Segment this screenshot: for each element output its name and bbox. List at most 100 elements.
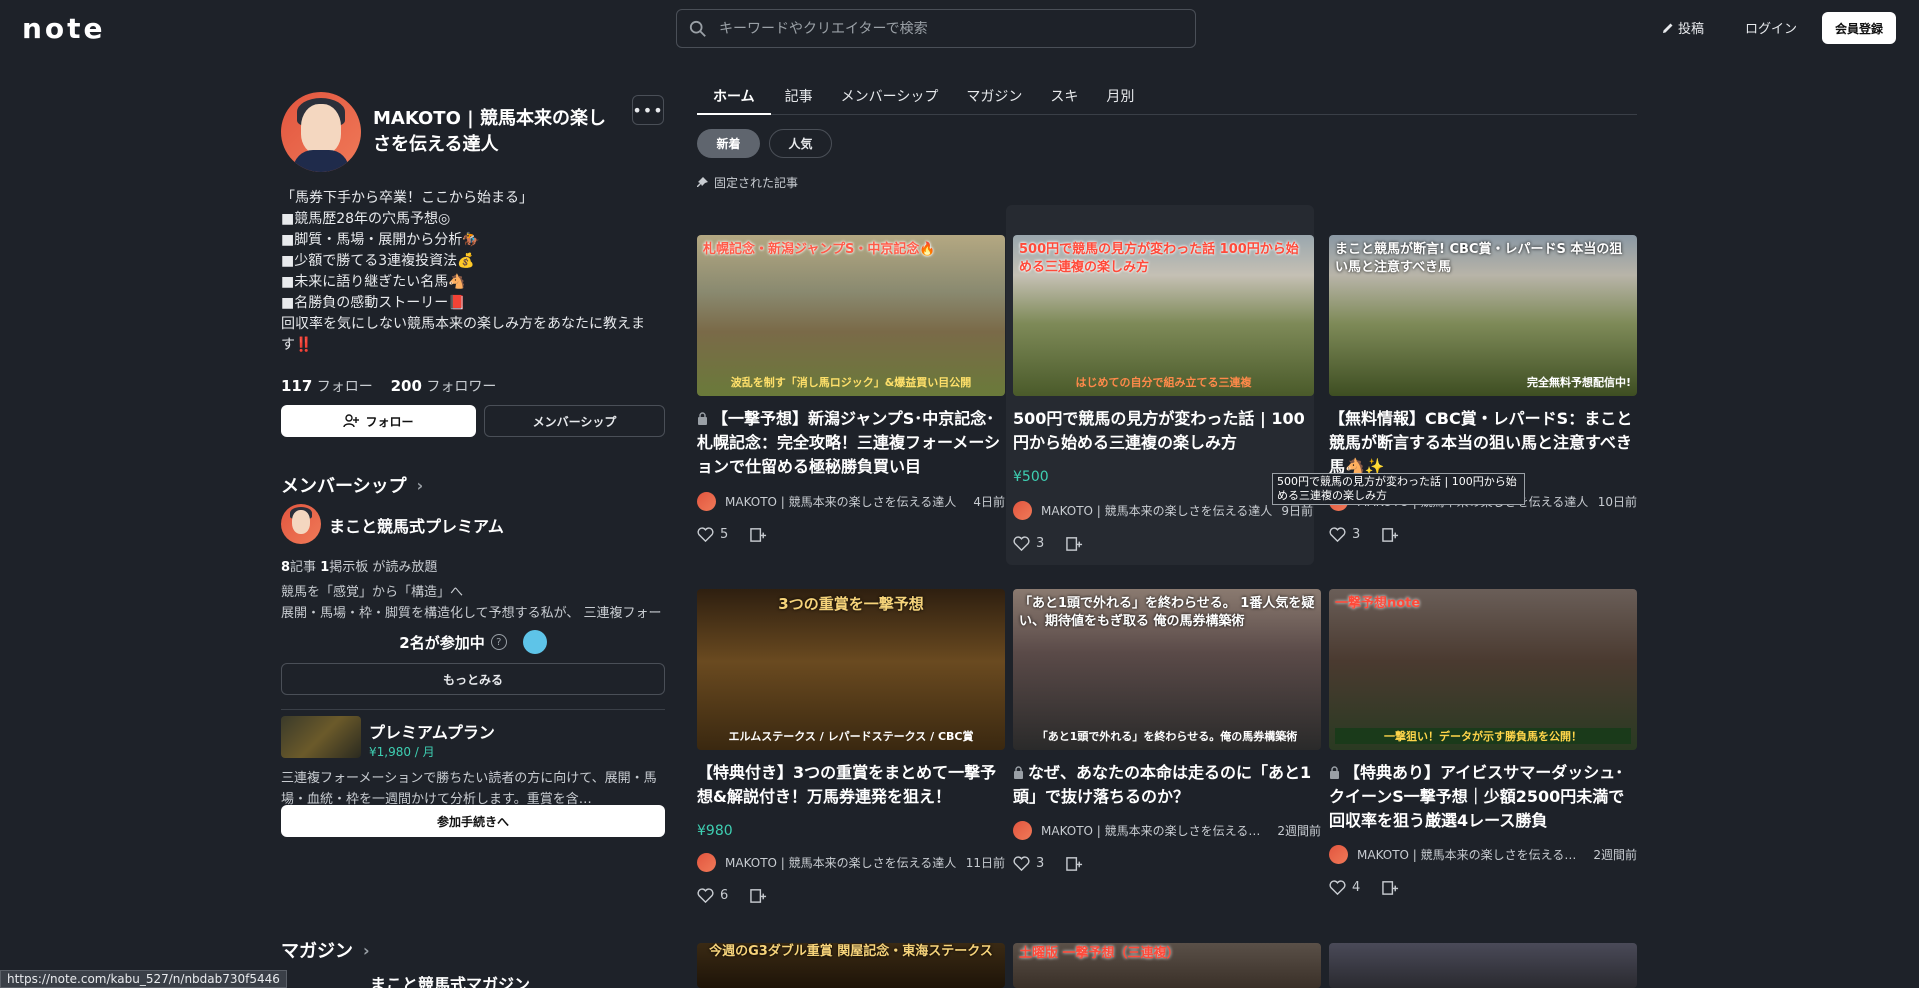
tab-membership[interactable]: メンバーシップ [827,82,953,115]
article-card[interactable]: 3つの重賞を一撃予想 エルムステークス / レパードステークス / CBC賞 【… [697,589,1005,919]
join-button[interactable]: 参加手続きへ [281,805,665,837]
like-count: 6 [720,888,729,903]
article-thumbnail[interactable]: 札幌記念・新潟ジャンプS・中京記念🔥 波乱を制す「消し馬ロジック」&爆益買い目公… [697,235,1005,396]
article-thumbnail[interactable]: 今週のG3ダブル重賞 関屋記念・東海ステークス [697,943,1005,988]
follow-button[interactable]: フォロー [281,405,476,437]
signup-button[interactable]: 会員登録 [1822,12,1896,44]
article-actions: 3 [1013,535,1083,552]
author-avatar[interactable] [1329,845,1348,864]
search-box[interactable] [676,9,1196,48]
article-card[interactable]: 500円で競馬の見方が変わった話 100円から始める三連複の楽しみ方 はじめての… [1006,205,1314,565]
article-price: ¥980 [697,823,733,839]
article-card[interactable]: 一撃予想note 一撃狙い！データが示す勝負馬を公開！ 【特典あり】アイビスサマ… [1329,589,1637,909]
article-title[interactable]: 500円で競馬の見方が変わった話 | 100円から始める三連複の楽しみ方 [1013,407,1313,455]
post-time: 10日前 [1597,495,1637,509]
article-actions: 3 [1329,526,1399,543]
add-to-magazine-icon[interactable] [1066,535,1083,552]
magazine-name[interactable]: まこと競馬式マガジン [370,971,530,988]
author-avatar[interactable] [697,853,716,872]
bio-line: 回収率を気にしない競馬本来の楽しみ方をあなたに教えます‼️ [281,316,645,353]
followers-link[interactable]: 200 フォロワー [391,377,497,395]
search-icon [689,20,706,37]
article-title[interactable]: 【一撃予想】新潟ジャンプS･中京記念･札幌記念：完全攻略！三連複フォーメーション… [697,407,1005,479]
heart-icon[interactable] [697,887,714,904]
tab-articles[interactable]: 記事 [771,82,827,115]
heart-icon[interactable] [1013,535,1030,552]
author-name[interactable]: MAKOTO | 競馬本来の楽しさを伝える達人 [725,854,958,871]
site-header: note 投稿 ログイン 会員登録 [0,0,1919,56]
add-to-magazine-icon[interactable] [1382,879,1399,896]
filter-new[interactable]: 新着 [697,129,760,158]
tab-monthly[interactable]: 月別 [1092,82,1148,115]
login-link[interactable]: ログイン [1745,18,1797,37]
tab-home[interactable]: ホーム [697,82,771,115]
author-name[interactable]: MAKOTO | 競馬本来の楽しさを伝える達人 [725,493,965,510]
heart-icon[interactable] [1329,879,1346,896]
article-thumbnail[interactable]: 「あと1頭で外れる」を終わらせる。 1番人気を疑い、期待値をもぎ取る 俺の馬券構… [1013,589,1321,750]
author-name[interactable]: MAKOTO | 競馬本来の楽しさを伝える達人 [1041,822,1269,839]
bio-line: ■未来に語り継ぎたい名馬🐴 [281,274,466,290]
more-options-button[interactable]: ••• [632,95,664,125]
add-to-magazine-icon[interactable] [750,887,767,904]
profile-avatar[interactable] [281,92,361,172]
plan-name: プレミアムプラン [369,723,495,742]
follow-label: フォロー [365,414,414,429]
add-to-magazine-icon[interactable] [1066,855,1083,872]
article-actions: 3 [1013,855,1083,872]
article-meta: MAKOTO | 競馬本来の楽しさを伝える達人 9日前 [1013,501,1313,520]
profile-name[interactable]: MAKOTO | 競馬本来の楽しさを伝える達人 [373,106,623,158]
membership-button[interactable]: メンバーシップ [484,405,665,437]
like-count: 4 [1352,880,1361,895]
bio-line: 「馬券下手から卒業！ここから始まる」 [281,190,533,206]
bio-line: ■競馬歴28年の穴馬予想◎ [281,211,451,227]
help-icon[interactable]: ? [490,634,507,650]
heart-icon[interactable] [697,526,714,543]
filter-popular[interactable]: 人気 [769,129,832,158]
ellipsis-icon: ••• [632,100,664,120]
tab-likes[interactable]: スキ [1036,82,1092,115]
article-thumbnail[interactable]: 3つの重賞を一撃予想 エルムステークス / レパードステークス / CBC賞 [697,589,1005,750]
like-count: 3 [1352,527,1361,542]
plan-thumbnail [281,716,361,758]
add-to-magazine-icon[interactable] [750,526,767,543]
membership-name[interactable]: まこと競馬式プレミアム [329,513,504,537]
article-thumbnail[interactable]: 土曜版 一撃予想（三連複） [1013,943,1321,988]
article-thumbnail[interactable]: 一撃予想note 一撃狙い！データが示す勝負馬を公開！ [1329,589,1637,750]
author-avatar[interactable] [1013,821,1032,840]
post-button[interactable]: 投稿 [1662,18,1704,37]
article-title[interactable]: 【特典あり】アイビスサマーダッシュ･クイーンS一撃予想｜少額2500円未満で回収… [1329,761,1637,833]
author-avatar[interactable] [1013,501,1032,520]
see-more-button[interactable]: もっとみる [281,663,665,695]
article-card[interactable]: まこと競馬が断言! CBC賞・レパードS 本当の狙い馬と注意すべき馬 完全無料予… [1329,235,1637,555]
participant-avatar [522,630,547,654]
divider [281,709,665,710]
article-thumbnail[interactable]: まこと競馬が断言! CBC賞・レパードS 本当の狙い馬と注意すべき馬 完全無料予… [1329,235,1637,396]
article-card[interactable] [1329,943,1637,988]
heart-icon[interactable] [1329,526,1346,543]
following-link[interactable]: 117 フォロー [281,377,373,395]
author-avatar[interactable] [697,492,716,511]
tab-magazine[interactable]: マガジン [952,82,1036,115]
plan-price: ¥1,980 / 月 [369,745,435,759]
article-card[interactable]: 今週のG3ダブル重賞 関屋記念・東海ステークス [697,943,1005,988]
bio-line: ■脚質・馬場・展開から分析🏇 [281,232,480,248]
chevron-right-icon: › [363,940,370,960]
author-name[interactable]: MAKOTO | 競馬本来の楽しさを伝える達人 [1357,846,1585,863]
article-title[interactable]: なぜ、あなたの本命は走るのに「あと1頭」で抜け落ちるのか？ [1013,761,1321,809]
note-logo[interactable]: note [22,12,106,45]
author-name[interactable]: MAKOTO | 競馬本来の楽しさを伝える達人 [1041,502,1273,519]
add-to-magazine-icon[interactable] [1382,526,1399,543]
article-title[interactable]: 【無料情報】CBC賞・レパードS：まこと競馬が断言する本当の狙い馬と注意すべき馬… [1329,407,1637,479]
article-thumbnail[interactable]: 500円で競馬の見方が変わった話 100円から始める三連複の楽しみ方 はじめての… [1013,235,1314,396]
article-card[interactable]: 札幌記念・新潟ジャンプS・中京記念🔥 波乱を制す「消し馬ロジック」&爆益買い目公… [697,235,1005,555]
membership-section-title[interactable]: メンバーシップ › [281,472,423,498]
magazine-section-title[interactable]: マガジン › [281,937,370,963]
search-input[interactable] [719,20,1195,37]
article-card[interactable]: 土曜版 一撃予想（三連複） [1013,943,1321,988]
article-meta: MAKOTO | 競馬本来の楽しさを伝える達人 2週間前 [1329,845,1637,864]
chevron-right-icon: › [416,475,424,495]
heart-icon[interactable] [1013,855,1030,872]
plan-description: 三連複フォーメーションで勝ちたい読者の方に向けて、展開・馬場・血統・枠を一週間か… [281,771,657,807]
article-title[interactable]: 【特典付き】3つの重賞をまとめて一撃予想&解説付き！万馬券連発を狙え！ [697,761,1005,809]
article-card[interactable]: 「あと1頭で外れる」を終わらせる。 1番人気を疑い、期待値をもぎ取る 俺の馬券構… [1013,589,1321,889]
